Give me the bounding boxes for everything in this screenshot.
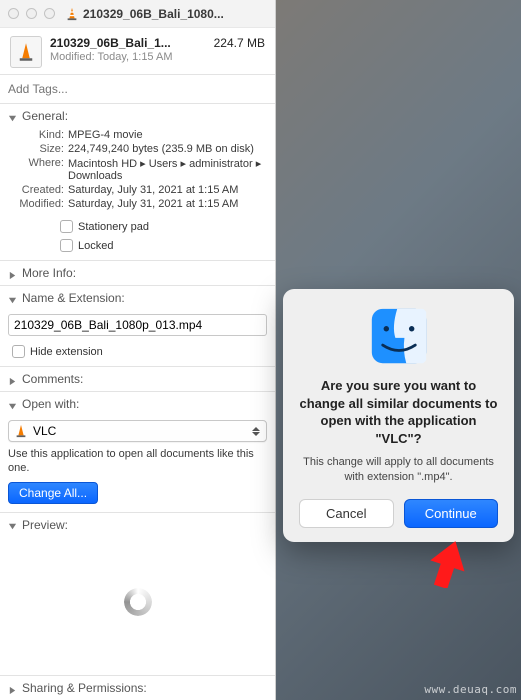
stationery-pad-checkbox[interactable] xyxy=(60,220,73,233)
dialog-title: Are you sure you want to change all simi… xyxy=(299,377,498,447)
preview-body xyxy=(0,537,275,667)
section-sharing-permissions: Sharing & Permissions: xyxy=(0,676,275,700)
file-name: 210329_06B_Bali_1... xyxy=(50,36,171,50)
open-with-description: Use this application to open all documen… xyxy=(8,447,267,476)
size-value: 224,749,240 bytes (235.9 MB on disk) xyxy=(68,143,265,155)
section-general: General: Kind: MPEG-4 movie Size: 224,749,… xyxy=(0,104,275,261)
section-preview: Preview: xyxy=(0,513,275,676)
minimize-window-button[interactable] xyxy=(26,8,37,19)
chevron-right-icon xyxy=(8,375,17,384)
kind-label: Kind: xyxy=(10,129,64,141)
hide-extension-label: Hide extension xyxy=(30,346,103,358)
kind-value: MPEG-4 movie xyxy=(68,129,265,141)
loading-spinner-icon xyxy=(124,588,152,616)
created-label: Created: xyxy=(10,184,64,196)
close-window-button[interactable] xyxy=(8,8,19,19)
where-value: Macintosh HD ▸ Users ▸ administrator ▸ D… xyxy=(68,157,265,182)
section-header-general[interactable]: General: xyxy=(0,104,275,128)
section-header-name-extension[interactable]: Name & Extension: xyxy=(0,286,275,310)
chevron-down-icon xyxy=(8,294,17,303)
dialog-button-row: Cancel Continue xyxy=(299,499,498,528)
file-thumbnail xyxy=(10,36,42,68)
traffic-lights xyxy=(8,8,55,19)
watermark: www.deuaq.com xyxy=(424,683,517,696)
modified-date: Modified: Today, 1:15 AM xyxy=(50,51,265,63)
annotation-arrow-icon xyxy=(428,540,468,588)
stationery-pad-label: Stationery pad xyxy=(78,221,149,233)
section-name-extension: Name & Extension: Hide extension xyxy=(0,286,275,367)
hide-extension-row: Hide extension xyxy=(0,342,275,366)
change-all-button[interactable]: Change All... xyxy=(8,482,98,504)
section-header-preview[interactable]: Preview: xyxy=(0,513,275,537)
filename-input[interactable] xyxy=(8,314,267,336)
section-label: Preview: xyxy=(22,518,68,532)
section-label: Open with: xyxy=(22,397,79,411)
tags-field-container xyxy=(0,75,275,104)
section-label: Comments: xyxy=(22,372,83,386)
section-label: General: xyxy=(22,109,68,123)
vlc-cone-icon xyxy=(14,424,28,438)
updown-icon xyxy=(252,427,261,436)
get-info-window: 210329_06B_Bali_1080... 210329_06B_Bali_… xyxy=(0,0,276,700)
open-with-value: VLC xyxy=(33,424,247,438)
section-header-open-with[interactable]: Open with: xyxy=(0,392,275,416)
finder-icon xyxy=(370,307,428,365)
section-more-info: More Info: xyxy=(0,261,275,286)
chevron-down-icon xyxy=(8,520,17,529)
modified-value: Saturday, July 31, 2021 at 1:15 AM xyxy=(68,198,265,210)
created-value: Saturday, July 31, 2021 at 1:15 AM xyxy=(68,184,265,196)
cancel-button[interactable]: Cancel xyxy=(299,499,394,528)
continue-button[interactable]: Continue xyxy=(404,499,499,528)
open-with-select[interactable]: VLC xyxy=(8,420,267,442)
titlebar[interactable]: 210329_06B_Bali_1080... xyxy=(0,0,275,28)
locked-checkbox[interactable] xyxy=(60,239,73,252)
chevron-down-icon xyxy=(8,400,17,409)
section-open-with: Open with: VLC Use this application to o… xyxy=(0,392,275,513)
chevron-down-icon xyxy=(8,112,17,121)
chevron-right-icon xyxy=(8,269,17,278)
section-header-sharing[interactable]: Sharing & Permissions: xyxy=(0,676,275,700)
zoom-window-button[interactable] xyxy=(44,8,55,19)
locked-row: Locked xyxy=(0,236,275,260)
section-label: Sharing & Permissions: xyxy=(22,681,147,695)
chevron-right-icon xyxy=(8,684,17,693)
file-header: 210329_06B_Bali_1... 224.7 MB Modified: … xyxy=(0,28,275,75)
section-header-comments[interactable]: Comments: xyxy=(0,367,275,391)
modified-label: Modified: xyxy=(10,198,64,210)
vlc-cone-icon xyxy=(65,7,79,21)
section-label: More Info: xyxy=(22,266,76,280)
tags-input[interactable] xyxy=(6,79,269,99)
where-label: Where: xyxy=(10,157,64,182)
stationery-pad-row: Stationery pad xyxy=(0,217,275,236)
hide-extension-checkbox[interactable] xyxy=(12,345,25,358)
window-title-text: 210329_06B_Bali_1080... xyxy=(83,7,224,21)
section-comments: Comments: xyxy=(0,367,275,392)
locked-label: Locked xyxy=(78,240,113,252)
confirm-dialog: Are you sure you want to change all simi… xyxy=(283,289,514,542)
section-label: Name & Extension: xyxy=(22,291,125,305)
window-title: 210329_06B_Bali_1080... xyxy=(65,7,267,21)
dialog-message: This change will apply to all documents … xyxy=(299,455,498,485)
size-label: Size: xyxy=(10,143,64,155)
file-size: 224.7 MB xyxy=(214,36,265,50)
section-header-more-info[interactable]: More Info: xyxy=(0,261,275,285)
